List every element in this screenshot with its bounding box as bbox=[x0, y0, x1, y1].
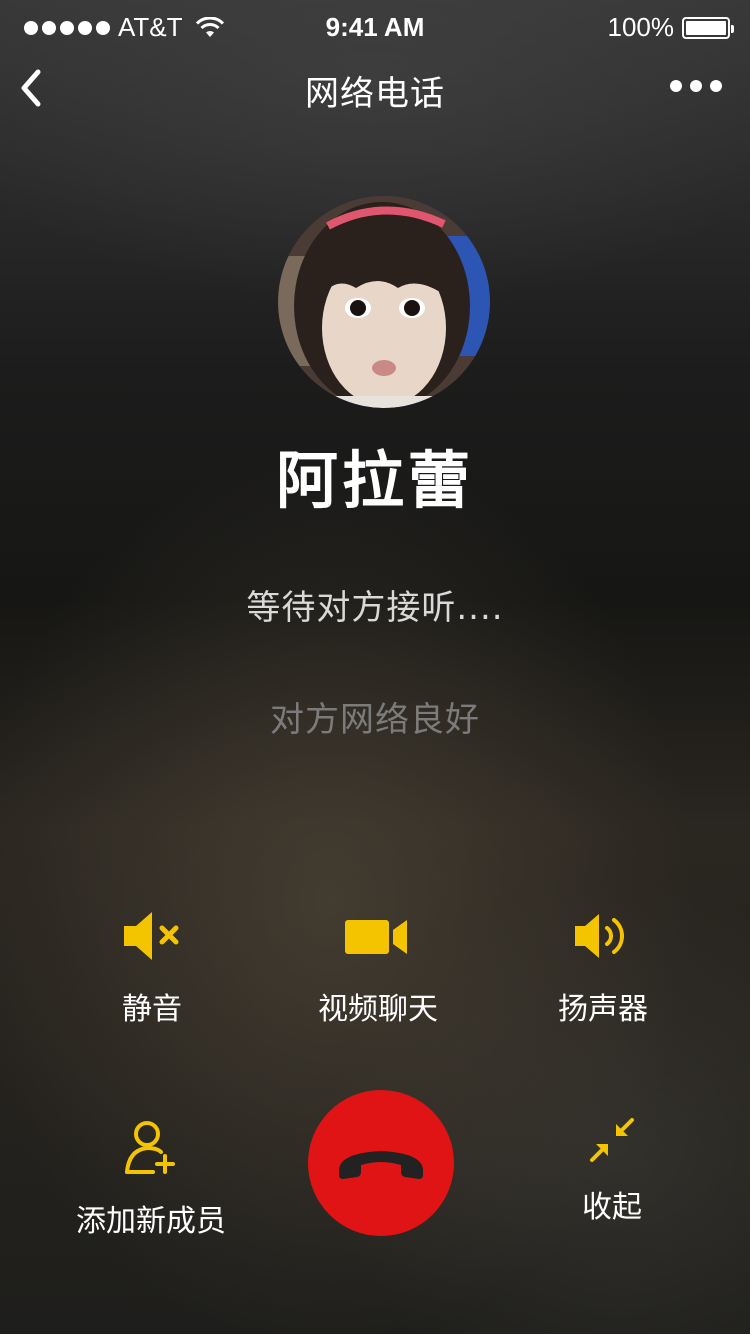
add-user-icon bbox=[125, 1121, 175, 1174]
video-chat-label: 视频聊天 bbox=[318, 992, 438, 1027]
contact-avatar bbox=[278, 196, 490, 408]
phone-hangup-icon bbox=[339, 1151, 423, 1179]
status-bar: AT&T 9:41 AM 100% bbox=[0, 0, 750, 56]
more-horizontal-icon bbox=[670, 80, 682, 92]
minimize-arrows-icon bbox=[590, 1118, 634, 1162]
video-camera-icon bbox=[345, 920, 407, 954]
battery-icon bbox=[682, 16, 734, 39]
call-status: 等待对方接听.... bbox=[246, 588, 504, 628]
avatar-image bbox=[278, 196, 490, 408]
speaker-mute-icon bbox=[124, 912, 179, 960]
speaker-label: 扬声器 bbox=[558, 992, 648, 1027]
page-title: 网络电话 bbox=[305, 74, 445, 114]
more-button[interactable] bbox=[670, 74, 722, 98]
hangup-button[interactable] bbox=[308, 1090, 454, 1236]
add-member-label: 添加新成员 bbox=[76, 1204, 226, 1239]
mute-label: 静音 bbox=[122, 992, 182, 1027]
network-status: 对方网络良好 bbox=[270, 700, 480, 740]
add-member-button[interactable]: 添加新成员 bbox=[56, 1118, 246, 1240]
speaker-volume-icon bbox=[575, 914, 624, 958]
status-right: 100% bbox=[607, 12, 734, 43]
video-chat-button[interactable]: 视频聊天 bbox=[298, 906, 458, 1028]
contact-name: 阿拉蕾 bbox=[275, 444, 474, 517]
battery-percent: 100% bbox=[607, 12, 675, 42]
speaker-button[interactable]: 扬声器 bbox=[528, 906, 678, 1028]
minimize-label: 收起 bbox=[582, 1190, 642, 1225]
minimize-button[interactable]: 收起 bbox=[552, 1116, 672, 1226]
mute-button[interactable]: 静音 bbox=[72, 906, 232, 1028]
nav-bar: 网络电话 bbox=[0, 56, 750, 120]
